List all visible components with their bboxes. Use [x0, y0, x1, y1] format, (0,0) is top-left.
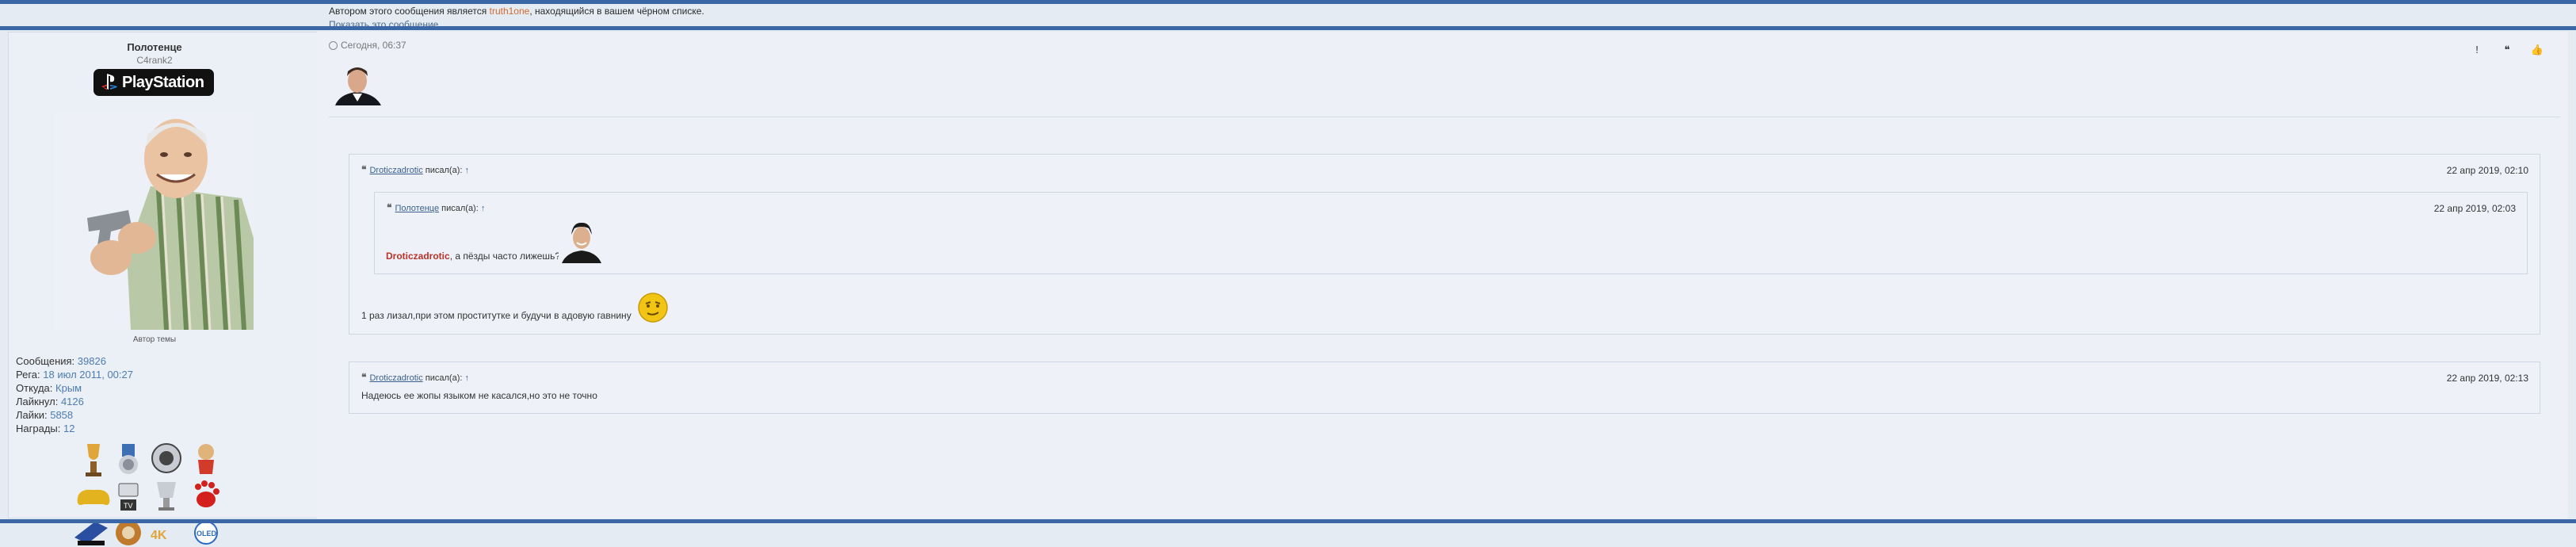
stat-row-awards: Награды: 12 — [16, 423, 75, 434]
quote-text: Droticzadrotic, а пёзды часто лижешь? — [386, 251, 560, 262]
quote-mark-icon: ❝ — [361, 372, 367, 383]
topic-author-label: Автор темы — [132, 335, 177, 344]
user-profile-panel: Полотенце C4rank2 PlayStation Автор темы… — [8, 32, 301, 545]
award-paw-icon[interactable] — [195, 480, 219, 507]
post-time[interactable]: Сегодня, 06:37 — [341, 40, 406, 51]
post-image-elon[interactable] — [329, 65, 387, 105]
quote-header-inner: ❝ Полотенце писал(а): ↑ — [387, 202, 486, 213]
playstation-badge: PlayStation — [93, 69, 214, 96]
quote-mark-icon: ❝ — [361, 164, 367, 175]
stat-likes-value[interactable]: 5858 — [50, 409, 73, 421]
award-gear-icon[interactable] — [116, 520, 141, 545]
award-console-icon[interactable] — [74, 522, 108, 545]
quote-date: 22 апр 2019, 02:13 — [2446, 373, 2528, 384]
post-divider-bar — [0, 26, 2576, 30]
stat-registered-value: 18 июл 2011, 00:27 — [43, 369, 133, 381]
blocked-notice-prefix: Автором этого сообщения является — [329, 6, 487, 17]
quote-jump-link[interactable]: ↑ — [481, 204, 486, 213]
post-actions: ! ❝ 👍 — [2470, 44, 2544, 56]
quote-author-link[interactable]: Полотенце — [395, 204, 439, 213]
quote-jump-link[interactable]: ↑ — [464, 166, 469, 175]
blocked-notice-suffix: , находящийся в вашем чёрном списке. — [529, 6, 704, 17]
quote-date: 22 апр 2019, 02:10 — [2446, 165, 2528, 176]
post-header: Сегодня, 06:37 — [329, 40, 406, 51]
award-4k-label[interactable]: 4K — [151, 529, 167, 542]
user-stats: Сообщения: 39826 Рега: 18 июл 2011, 00:2… — [16, 354, 133, 435]
playstation-logo-icon — [101, 74, 117, 90]
user-rank: C4rank2 — [136, 55, 173, 66]
quote-block-inner: ❝ Полотенце писал(а): ↑ 22 апр 2019, 02:0… — [374, 192, 2528, 274]
award-gamepad-icon[interactable] — [77, 489, 110, 505]
top-accent-bar — [0, 0, 2576, 4]
stat-posts-value[interactable]: 39826 — [78, 355, 106, 367]
stat-row-posts: Сообщения: 39826 — [16, 355, 106, 367]
bottom-accent-bar — [0, 519, 2576, 523]
quote-button[interactable]: ❝ — [2500, 44, 2514, 56]
quote-author-link[interactable]: Droticzadrotic — [369, 166, 422, 175]
quote-jump-link[interactable]: ↑ — [464, 373, 469, 383]
quote-text: Надеюсь ее жопы языком не касался,но это… — [361, 390, 597, 401]
stat-liked-value[interactable]: 4126 — [61, 396, 84, 407]
stat-row-location: Откуда: Крым — [16, 382, 82, 394]
smiley-emoji-icon — [638, 293, 668, 323]
svg-text:TV: TV — [124, 502, 133, 510]
award-medal-icon[interactable] — [119, 444, 138, 474]
report-button[interactable]: ! — [2470, 44, 2484, 56]
award-trophy-icon[interactable] — [86, 444, 101, 476]
quote-date: 22 апр 2019, 02:03 — [2433, 203, 2516, 214]
award-pepe-icon[interactable] — [198, 444, 214, 474]
stat-location-value: Крым — [55, 382, 82, 394]
quote-mark-icon: ❝ — [387, 202, 392, 213]
quote-block-second: ❝ Droticzadrotic писал(а): ↑ 22 апр 2019,… — [349, 361, 2540, 414]
svg-text:OLED: OLED — [197, 530, 217, 537]
awards-grid: TV 4K OLED — [74, 443, 219, 545]
quote-author-link[interactable]: Droticzadrotic — [369, 373, 422, 383]
badge-label: PlayStation — [122, 74, 204, 91]
award-cup-icon[interactable] — [157, 482, 176, 511]
user-name[interactable]: Полотенце — [8, 41, 301, 53]
quote-header-second: ❝ Droticzadrotic писал(а): ↑ — [361, 372, 469, 383]
quote-header-outer: ❝ Droticzadrotic писал(а): ↑ — [361, 164, 469, 175]
user-avatar[interactable] — [55, 111, 254, 330]
stat-row-registered: Рега: 18 июл 2011, 00:27 — [16, 369, 133, 381]
post-image-smile-man[interactable] — [559, 220, 605, 263]
award-tv-icon[interactable]: TV — [118, 483, 139, 511]
award-oled-icon[interactable]: OLED — [194, 521, 218, 545]
award-emblem-icon[interactable] — [151, 443, 181, 473]
quote-text: 1 раз лизал,при этом проститутке и будуч… — [361, 310, 632, 321]
clock-icon — [329, 41, 338, 50]
stat-awards-value[interactable]: 12 — [63, 423, 74, 434]
stat-row-liked: Лайкнул: 4126 — [16, 396, 84, 407]
like-button[interactable]: 👍 — [2530, 44, 2544, 56]
user-mention[interactable]: Droticzadrotic — [386, 251, 450, 262]
stat-row-likes: Лайки: 5858 — [16, 409, 74, 421]
blocked-username-link[interactable]: truth1one — [490, 6, 530, 17]
